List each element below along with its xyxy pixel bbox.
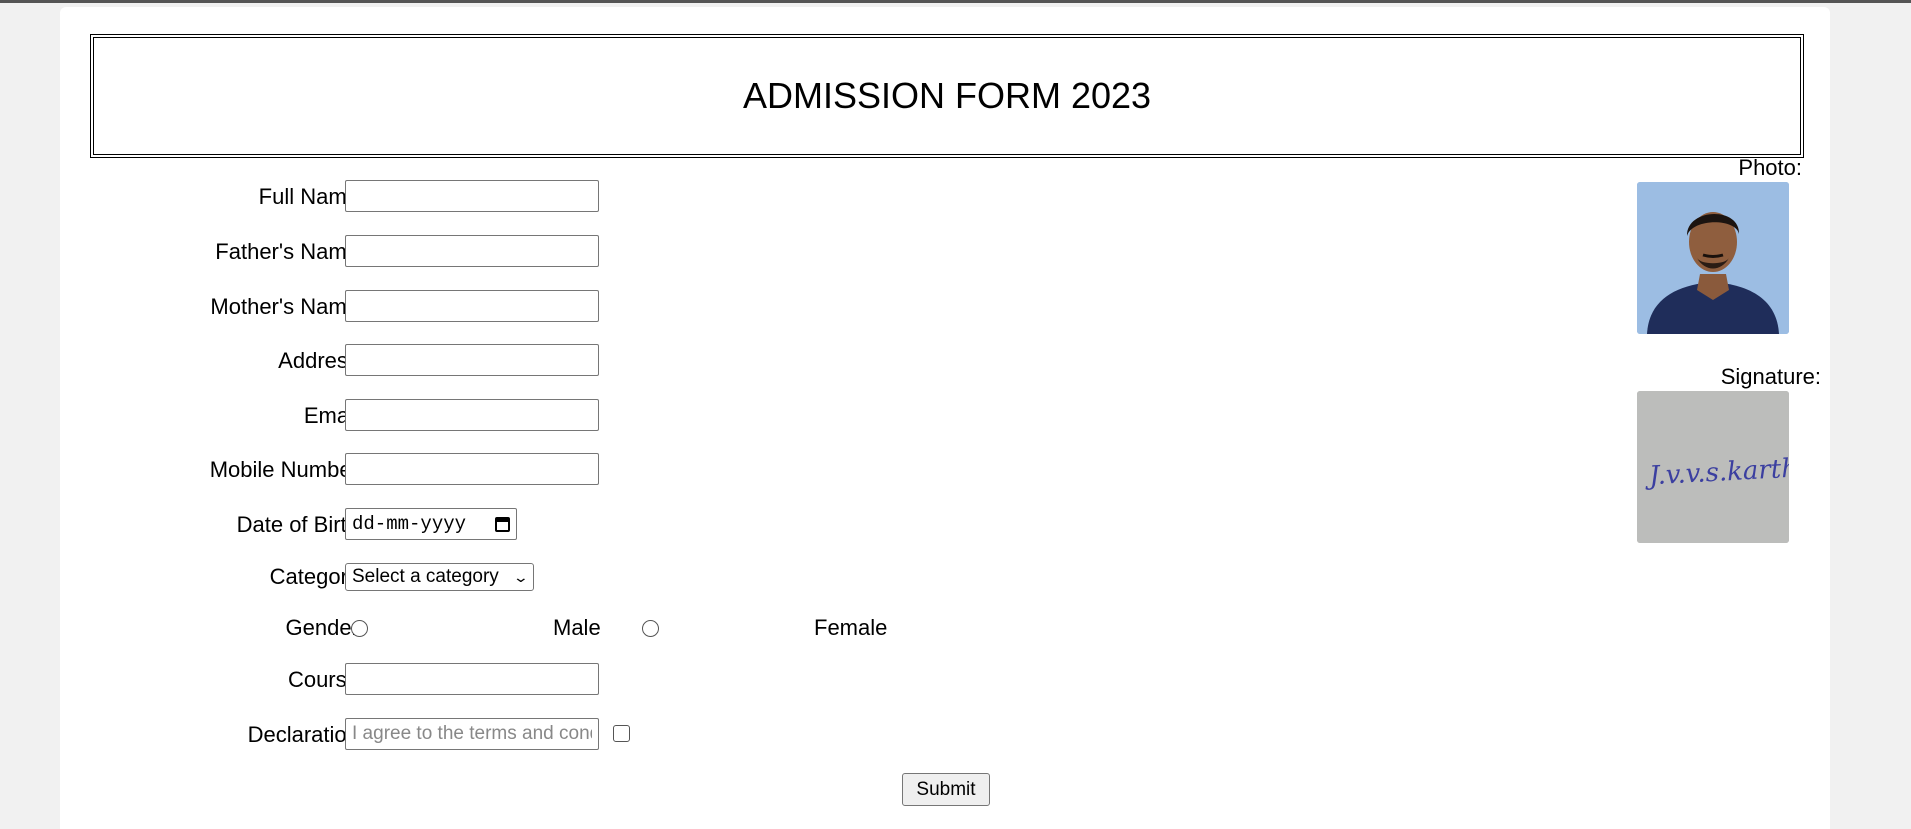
chevron-down-icon: ⌄ [512, 568, 530, 585]
full-name-input[interactable] [345, 180, 599, 212]
submit-button[interactable]: Submit [902, 773, 990, 806]
form-header: ADMISSION FORM 2023 [90, 34, 1804, 158]
dob-placeholder: dd-mm-yyyy [352, 513, 467, 535]
dob-input[interactable]: dd-mm-yyyy [345, 508, 517, 540]
browser-top-edge [0, 0, 1911, 3]
course-input[interactable] [345, 663, 599, 695]
mobile-label: Mobile Number: [209, 457, 365, 482]
course-label: Course: [287, 667, 365, 692]
page-title: ADMISSION FORM 2023 [742, 75, 1152, 116]
signature-preview: J.v.v.s.karthik [1637, 391, 1789, 543]
email-label: Email: [303, 403, 365, 428]
father-name-label: Father's Name: [215, 239, 365, 264]
photo-label: Photo: [1738, 155, 1802, 180]
full-name-label: Full Name: [258, 184, 365, 209]
person-photo-icon [1637, 182, 1789, 334]
address-input[interactable] [345, 344, 599, 376]
signature-label: Signature: [1720, 364, 1821, 389]
signature-image: J.v.v.s.karthik [1637, 391, 1789, 543]
gender-label: Gender: [285, 615, 366, 640]
category-selected-value: Select a category [352, 566, 499, 587]
gender-male-radio[interactable] [351, 620, 368, 637]
address-label: Address: [278, 348, 365, 373]
dob-label: Date of Birth: [236, 512, 365, 537]
declaration-input[interactable] [345, 718, 599, 750]
photo-preview [1637, 182, 1789, 334]
form-card: ADMISSION FORM 2023 Full Name: Father's … [60, 7, 1830, 829]
declaration-row: Declaration: [60, 718, 760, 752]
category-select[interactable]: Select a category ⌄ [345, 563, 534, 591]
calendar-icon[interactable] [495, 516, 510, 532]
declaration-checkbox[interactable] [613, 725, 630, 742]
gender-female-radio[interactable] [642, 620, 659, 637]
gender-male-label: Male [553, 615, 601, 640]
mobile-input[interactable] [345, 453, 599, 485]
gender-row: Gender: Male Female [60, 611, 960, 645]
gender-female-label: Female [814, 615, 888, 640]
declaration-label: Declaration: [247, 722, 365, 747]
father-name-input[interactable] [345, 235, 599, 267]
email-input[interactable] [345, 399, 599, 431]
mother-name-label: Mother's Name: [210, 294, 365, 319]
category-label: Category: [269, 564, 365, 589]
mother-name-input[interactable] [345, 290, 599, 322]
